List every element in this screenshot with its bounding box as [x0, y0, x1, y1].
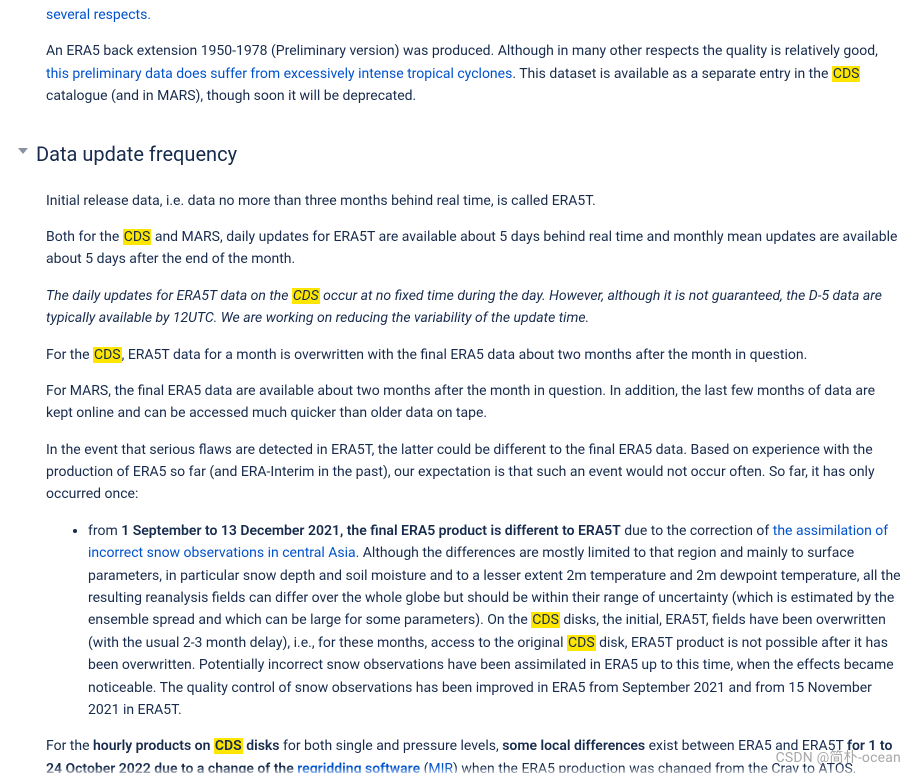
text: catalogue (and in MARS), though soon it …: [46, 88, 416, 104]
paragraph-initial-release: Initial release data, i.e. data no more …: [18, 190, 903, 212]
text: due to the correction of: [621, 523, 773, 539]
note-daily-updates: The daily updates for ERA5T data on the …: [18, 285, 903, 330]
paragraph-serious-flaws: In the event that serious flaws are dete…: [18, 439, 903, 506]
paragraph-for-the-cds: For the CDS, ERA5T data for a month is o…: [18, 344, 903, 366]
highlight-cds: CDS: [214, 738, 243, 754]
text: and MARS, daily updates for ERA5T are av…: [46, 229, 897, 267]
highlight-cds: CDS: [567, 635, 596, 651]
highlight-cds: CDS: [292, 288, 320, 304]
bold-date-range: 1 September to 13 December 2021, the fin…: [121, 523, 621, 539]
highlight-cds: CDS: [832, 66, 861, 82]
text: For the: [46, 738, 93, 754]
text: . This dataset is available as a separat…: [512, 66, 832, 82]
text: An ERA5 back extension 1950-1978 (Prelim…: [46, 43, 878, 59]
bold: hourly products on CDS disks: [93, 738, 280, 754]
highlight-cds: CDS: [123, 229, 152, 245]
bullet-list: from 1 September to 13 December 2021, th…: [18, 520, 903, 722]
link-several-respects[interactable]: several respects.: [46, 7, 151, 23]
text: for both single and pressure levels,: [280, 738, 503, 754]
text: For the: [46, 347, 93, 363]
text: , ERA5T data for a month is overwritten …: [122, 347, 808, 363]
paragraph-both-cds-mars: Both for the CDS and MARS, daily updates…: [18, 226, 903, 271]
paragraph-link-tail: several respects.: [18, 4, 903, 26]
paragraph-back-extension: An ERA5 back extension 1950-1978 (Prelim…: [18, 40, 903, 107]
bold: some local differences: [502, 738, 645, 754]
text: from: [88, 523, 121, 539]
paragraph-for-mars: For MARS, the final ERA5 data are availa…: [18, 380, 903, 425]
text: exist between ERA5 and ERA5T: [645, 738, 847, 754]
link-preliminary-data[interactable]: this preliminary data does suffer from e…: [46, 66, 512, 82]
text: The daily updates for ERA5T data on the: [46, 288, 292, 304]
text: Both for the: [46, 229, 123, 245]
list-item: from 1 September to 13 December 2021, th…: [88, 520, 903, 722]
highlight-cds: CDS: [531, 612, 560, 628]
highlight-cds: CDS: [93, 347, 122, 363]
section-heading-data-update-frequency[interactable]: Data update frequency: [18, 138, 903, 170]
